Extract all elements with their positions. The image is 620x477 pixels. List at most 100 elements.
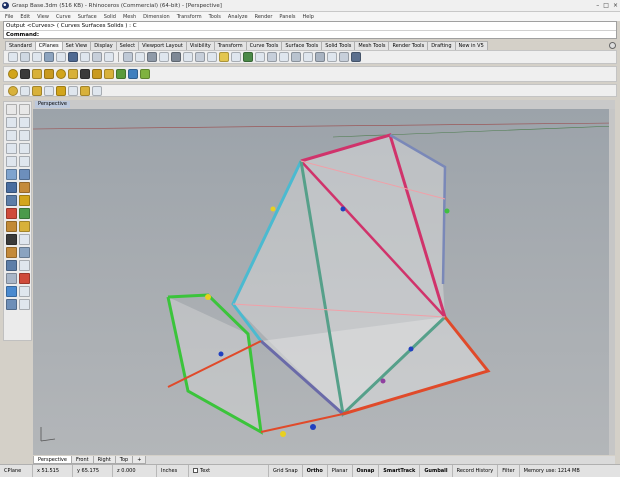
close-button[interactable]: × — [613, 2, 618, 9]
tab-top[interactable]: Top — [114, 456, 134, 464]
solid-pipe-icon[interactable] — [104, 69, 114, 79]
leader-icon[interactable] — [68, 85, 78, 96]
cplane-world-back-icon[interactable] — [44, 52, 54, 62]
dimension-left-icon[interactable] — [19, 208, 30, 219]
tab-standard[interactable]: Standard — [5, 41, 36, 50]
cplane-previous-icon[interactable] — [195, 52, 205, 62]
solid-torus-icon[interactable] — [68, 69, 78, 79]
tab-mesh-tools[interactable]: Mesh Tools — [354, 41, 390, 50]
command-prompt[interactable]: Command: — [4, 30, 616, 38]
hatch-icon[interactable] — [80, 85, 90, 96]
menu-dimension[interactable]: Dimension — [143, 14, 170, 20]
status-record-history[interactable]: Record History — [453, 464, 499, 477]
arc-icon[interactable] — [19, 156, 30, 167]
set-cplane-icon[interactable] — [231, 52, 241, 62]
menu-edit[interactable]: Edit — [20, 14, 30, 20]
menu-mesh[interactable]: Mesh — [123, 14, 136, 20]
surface-corner-icon[interactable] — [6, 169, 17, 180]
tab-surface-tools[interactable]: Surface Tools — [281, 41, 323, 50]
viewport-scrollbar[interactable] — [609, 109, 615, 455]
surface-loft-icon[interactable] — [19, 182, 30, 193]
solid-sphere-icon[interactable] — [8, 69, 18, 79]
menu-render[interactable]: Render — [255, 14, 273, 20]
menu-transform[interactable]: Transform — [177, 14, 202, 20]
tab-display[interactable]: Display — [90, 41, 117, 50]
boolean-icon[interactable] — [19, 273, 30, 284]
explode-icon[interactable] — [19, 260, 30, 271]
join-icon[interactable] — [6, 260, 17, 271]
tab-viewport-layout[interactable]: Viewport Layout — [138, 41, 187, 50]
cplane-origin-icon[interactable] — [80, 52, 90, 62]
tab-select[interactable]: Select — [115, 41, 140, 50]
point-icon[interactable] — [19, 104, 30, 115]
array-icon[interactable] — [6, 273, 17, 284]
cplane-next-icon[interactable] — [207, 52, 217, 62]
render-icon[interactable] — [6, 299, 17, 310]
menu-view[interactable]: View — [37, 14, 49, 20]
boolean-difference-icon[interactable] — [140, 69, 150, 79]
solid-cone-icon[interactable] — [44, 69, 54, 79]
cplane-rotate-icon[interactable] — [104, 52, 114, 62]
menu-help[interactable]: Help — [303, 14, 314, 20]
tab-curve-tools[interactable]: Curve Tools — [245, 41, 283, 50]
tab-transform[interactable]: Transform — [213, 41, 247, 50]
cplane-camera-icon[interactable] — [327, 52, 337, 62]
menu-file[interactable]: File — [5, 14, 13, 20]
menu-surface[interactable]: Surface — [78, 14, 97, 20]
cplane-world-bottom-icon[interactable] — [20, 52, 30, 62]
cplane-undo-icon[interactable] — [267, 52, 277, 62]
edit-point-icon[interactable] — [19, 221, 30, 232]
transform-icon[interactable] — [6, 221, 17, 232]
tab-visibility[interactable]: Visibility — [185, 41, 215, 50]
cplane-normal-icon[interactable] — [291, 52, 301, 62]
text-object-icon[interactable] — [56, 85, 66, 96]
tab-solid-tools[interactable]: Solid Tools — [321, 41, 356, 50]
cplane-curve-icon[interactable] — [255, 52, 265, 62]
status-layer[interactable]: Text — [189, 464, 269, 477]
tab-front[interactable]: Front — [70, 456, 94, 464]
cplane-perpendicular-icon[interactable] — [147, 52, 157, 62]
solid-sphere-left-icon[interactable] — [19, 195, 30, 206]
menu-curve[interactable]: Curve — [56, 14, 71, 20]
select-arrow-icon[interactable] — [6, 104, 17, 115]
perspective-viewport[interactable] — [33, 109, 615, 455]
cplane-world-front-icon[interactable] — [32, 52, 42, 62]
check-icon[interactable] — [19, 286, 30, 297]
cplane-globe-icon[interactable] — [351, 52, 361, 62]
status-filter[interactable]: Filter — [498, 464, 520, 477]
cplane-world-right-icon[interactable] — [56, 52, 66, 62]
menu-solid[interactable]: Solid — [104, 14, 116, 20]
status-osnap[interactable]: Osnap — [353, 464, 380, 477]
tab-set-view[interactable]: Set View — [61, 41, 92, 50]
dimension-aligned-icon[interactable] — [20, 85, 30, 96]
solid-ellipsoid-icon[interactable] — [56, 69, 66, 79]
menu-tools[interactable]: Tools — [209, 14, 221, 20]
tab-new-in-v5[interactable]: New in V5 — [454, 41, 488, 50]
cplane-surface-icon[interactable] — [243, 52, 253, 62]
circle-icon[interactable] — [6, 156, 17, 167]
cplane-to-object-icon[interactable] — [135, 52, 145, 62]
properties-icon[interactable] — [19, 299, 30, 310]
cplane-world-left-icon[interactable] — [68, 52, 78, 62]
menu-analyze[interactable]: Analyze — [228, 14, 248, 20]
rhino-app-icon[interactable] — [2, 2, 9, 9]
solid-box-icon[interactable] — [20, 69, 30, 79]
cplane-grid-icon[interactable] — [303, 52, 313, 62]
triangle-icon[interactable] — [6, 143, 17, 154]
tab-cplanes[interactable]: CPlanes — [34, 41, 63, 50]
solid-pyramid-icon[interactable] — [80, 69, 90, 79]
toolbar-options-gear-icon[interactable] — [609, 42, 616, 49]
line-icon[interactable] — [6, 130, 17, 141]
analyze-icon[interactable] — [6, 286, 17, 297]
cplane-elevation-icon[interactable] — [92, 52, 102, 62]
rectangle-icon[interactable] — [19, 143, 30, 154]
cplane-3-point-icon[interactable] — [123, 52, 133, 62]
surface-box-icon[interactable] — [6, 182, 17, 193]
tab-add-view[interactable]: + — [132, 456, 147, 464]
cplane-world-top-icon[interactable] — [8, 52, 18, 62]
tab-render-tools[interactable]: Render Tools — [388, 41, 429, 50]
solid-extrude-icon[interactable] — [116, 69, 126, 79]
menu-panels[interactable]: Panels — [279, 14, 295, 20]
dimension-angle-icon[interactable] — [32, 85, 42, 96]
make-2d-icon[interactable] — [92, 85, 102, 96]
